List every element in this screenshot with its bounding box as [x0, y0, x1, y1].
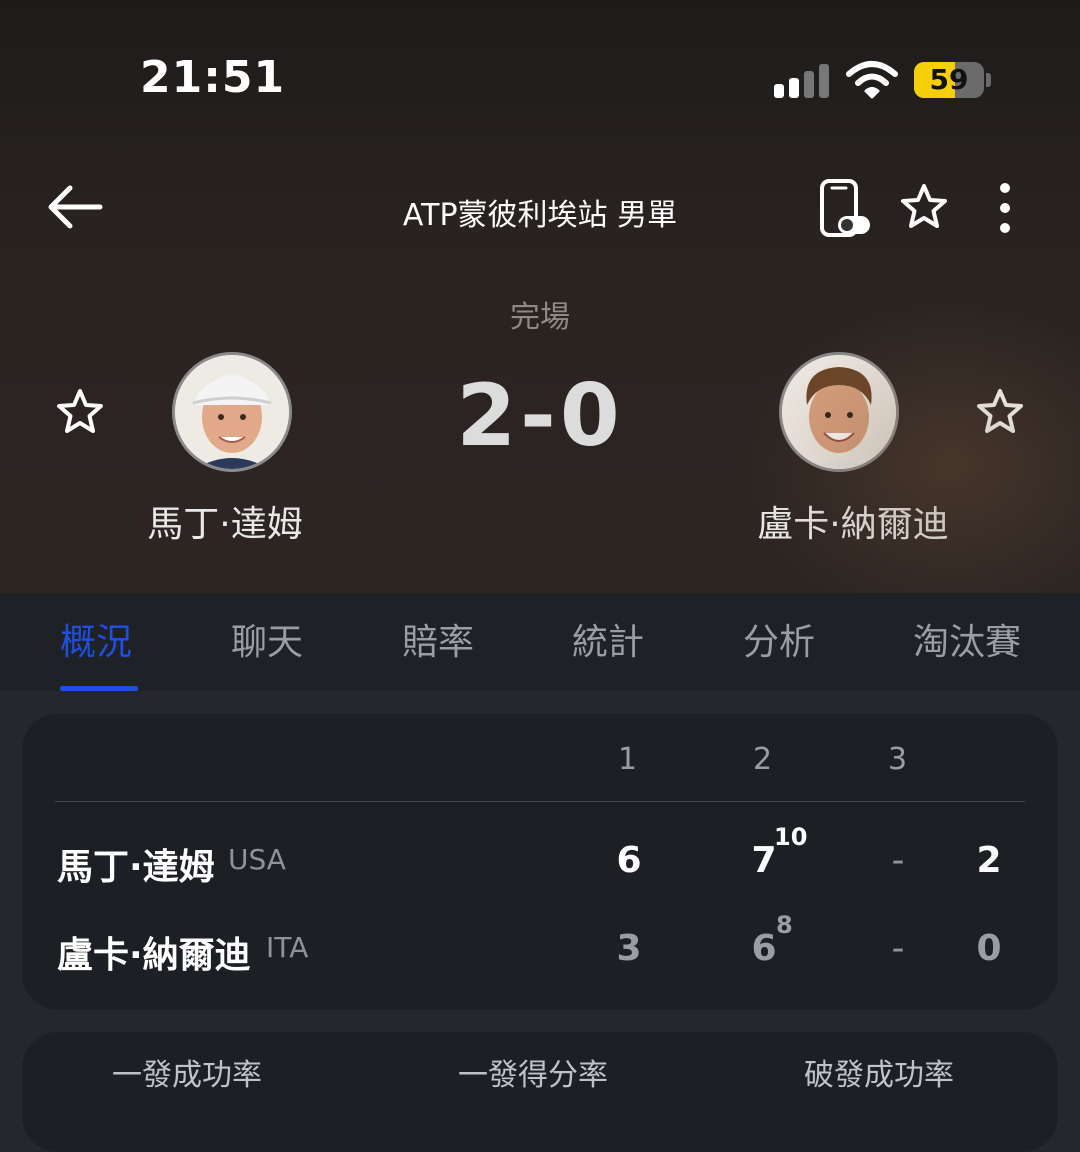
set-3-score: - [891, 840, 905, 881]
set-2-tiebreak: 10 [774, 823, 808, 851]
total-sets: 0 [976, 928, 1002, 969]
scoreboard-divider [55, 801, 1025, 802]
set-header-1: 1 [618, 742, 638, 777]
cellular-signal-icon [774, 62, 830, 98]
tab-overview[interactable]: 概況 [60, 613, 132, 665]
status-time: 21:51 [140, 52, 286, 103]
back-arrow-icon[interactable] [46, 182, 104, 232]
set-1-score: 3 [616, 928, 642, 969]
player-photo-icon [782, 355, 896, 469]
stat-label-first-serve-points: 一發得分率 [458, 1058, 608, 1093]
match-status: 完場 [510, 300, 570, 335]
stat-label-first-serve-in: 一發成功率 [112, 1058, 262, 1093]
more-options-icon[interactable] [990, 180, 1020, 236]
follow-player-left-star-icon[interactable] [54, 387, 106, 437]
total-sets: 2 [976, 840, 1002, 881]
tab-knockout[interactable]: 淘汰賽 [913, 613, 1021, 665]
battery-icon: 59 [914, 62, 984, 98]
follow-player-right-star-icon[interactable] [974, 387, 1026, 437]
battery-tip [986, 73, 991, 87]
match-header: 21:51 59 ATP蒙彼利埃站 男單 完場 2-0 馬丁·達姆 盧卡·納爾迪 [0, 0, 1080, 593]
player-left-name[interactable]: 馬丁·達姆 [75, 495, 375, 547]
player-right-avatar[interactable] [779, 352, 899, 472]
phone-toggle-icon[interactable] [818, 178, 872, 238]
set-header-2: 2 [753, 742, 773, 777]
row-player-name: 馬丁·達姆 [57, 847, 215, 888]
row-player-country: USA [228, 843, 286, 876]
set-header-3: 3 [888, 742, 908, 777]
set-1-score: 6 [616, 840, 642, 881]
row-player-name: 盧卡·納爾迪 [57, 935, 251, 976]
favorite-star-icon[interactable] [898, 182, 950, 232]
page-title: ATP蒙彼利埃站 男單 [402, 198, 678, 233]
row-player-country: ITA [266, 931, 309, 964]
battery-level: 59 [929, 63, 969, 96]
match-score: 2-0 [456, 366, 624, 466]
stat-label-break-points: 破發成功率 [804, 1058, 954, 1093]
tab-bar: 概況 聊天 賠率 統計 分析 淘汰賽 [0, 593, 1080, 691]
tab-analysis[interactable]: 分析 [743, 613, 815, 665]
player-left-avatar[interactable] [172, 352, 292, 472]
wifi-icon [846, 61, 898, 99]
active-tab-indicator [60, 686, 138, 691]
set-3-score: - [891, 928, 905, 969]
tab-stats[interactable]: 統計 [572, 613, 644, 665]
player-right-name[interactable]: 盧卡·納爾迪 [703, 495, 1003, 547]
player-photo-icon [175, 355, 289, 469]
tab-odds[interactable]: 賠率 [402, 613, 474, 665]
tab-chat[interactable]: 聊天 [231, 613, 303, 665]
set-2-tiebreak: 8 [776, 911, 793, 939]
